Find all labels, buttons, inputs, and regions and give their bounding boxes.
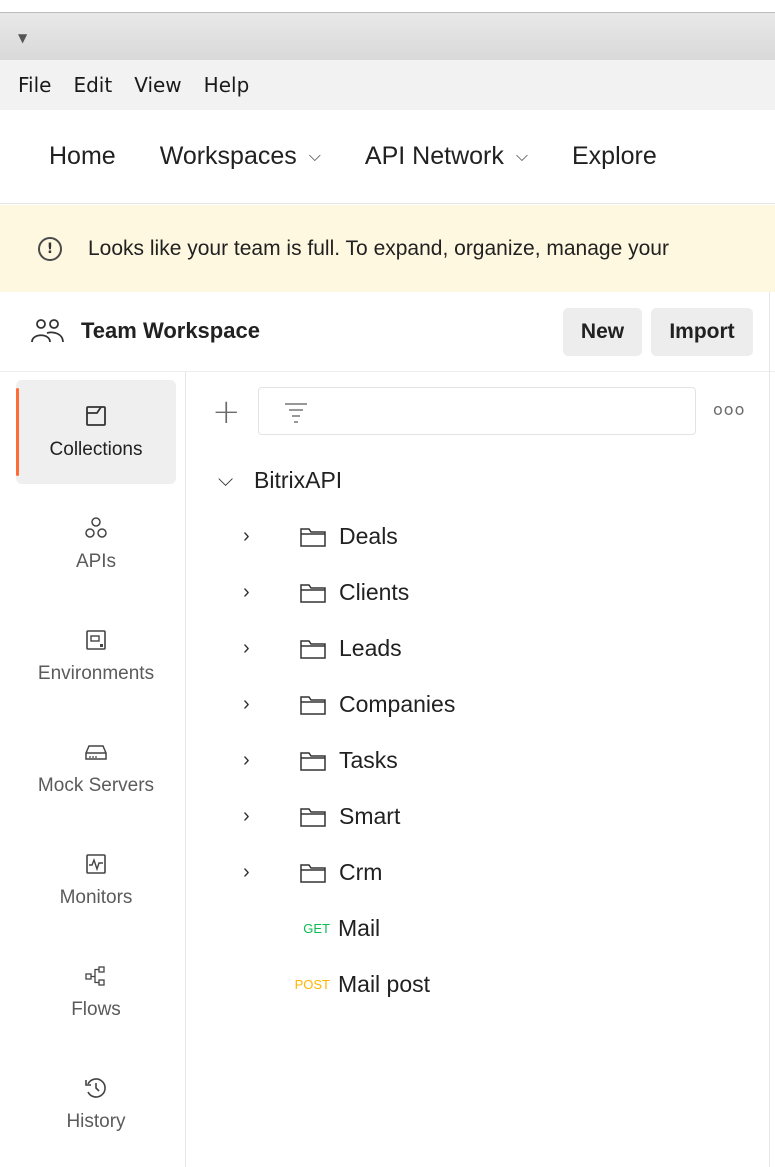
folder-icon [300,752,326,771]
sidebar-item-collections[interactable]: Collections [16,380,176,484]
apis-icon [85,517,107,538]
collections-icon [86,406,106,426]
folder-row[interactable]: › Leads [243,628,402,668]
menu-file[interactable]: File [18,73,51,97]
banner-text: Looks like your team is full. To expand,… [88,236,669,260]
window-titlebar: ▼ [0,0,775,60]
folder-row[interactable]: › Crm [243,852,382,892]
mock-server-icon [85,745,107,760]
request-name: Mail post [338,970,431,997]
folder-row[interactable]: › Companies [243,684,455,724]
folder-icon [300,528,326,547]
chevron-right-icon[interactable]: › [243,637,299,660]
folder-row[interactable]: › Deals [243,516,398,556]
window-top-edge [0,0,775,12]
folder-name: Leads [339,634,402,661]
request-row[interactable]: GET Mail [280,908,380,948]
sidebar-item-environments[interactable]: Environments [16,604,176,708]
nav-api-network[interactable]: API Network ⌵ [365,142,528,171]
method-badge: POST [294,976,330,992]
folder-name: Companies [339,690,456,717]
request-row[interactable]: POST Mail post [280,964,430,1004]
divider [769,292,770,372]
chevron-down-icon: ⌵ [515,147,528,165]
request-name: Mail [338,914,381,941]
environments-icon [86,630,106,650]
nav-workspaces[interactable]: Workspaces ⌵ [160,142,321,171]
sidebar-item-label: Collections [49,439,143,460]
more-options-icon[interactable]: ooo [713,400,745,419]
menu-help[interactable]: Help [204,73,250,97]
menu-bar: File Edit View Help [0,60,775,110]
sidebar-item-mock-servers[interactable]: Mock Servers [16,716,176,820]
filter-icon [285,403,307,423]
folder-icon [300,864,326,883]
add-collection-icon[interactable]: + [212,395,241,429]
folder-icon [300,640,326,659]
sidebar-item-label: History [66,1111,126,1132]
top-nav: Home Workspaces ⌵ API Network ⌵ Explore [0,110,775,204]
import-button[interactable]: Import [651,308,753,356]
sidebar-item-label: Environments [37,663,155,684]
menu-edit[interactable]: Edit [73,73,112,97]
chevron-right-icon[interactable]: › [243,749,299,772]
nav-explore-label: Explore [572,142,657,170]
collection-row[interactable]: ⌵ BitrixAPI [218,460,342,500]
sidebar-item-history[interactable]: History [16,1052,176,1156]
folder-name: Clients [339,578,410,605]
chevron-down-icon: ⌵ [308,147,321,165]
chevron-right-icon[interactable]: › [243,693,299,716]
folder-icon [300,584,326,603]
nav-explore[interactable]: Explore [572,142,657,171]
menu-view[interactable]: View [134,73,181,97]
divider [769,372,770,1167]
sidebar-item-label: Monitors [59,887,133,908]
sidebar-item-label: APIs [75,551,117,572]
workspace-title[interactable]: Team Workspace [81,318,260,344]
folder-row[interactable]: › Clients [243,572,409,612]
folder-name: Deals [339,522,398,549]
filter-input[interactable] [258,387,696,435]
chevron-right-icon[interactable]: › [243,581,299,604]
chevron-right-icon[interactable]: › [243,525,299,548]
nav-workspaces-label: Workspaces [159,142,297,170]
nav-home[interactable]: Home [49,142,116,171]
sidebar-item-monitors[interactable]: Monitors [16,828,176,932]
folder-icon [300,696,326,715]
folder-name: Crm [339,858,383,885]
warning-icon: ! [38,236,62,261]
chevron-right-icon[interactable]: › [243,805,299,828]
sidebar-item-flows[interactable]: Flows [16,940,176,1044]
team-icon [31,319,64,343]
nav-api-network-label: API Network [364,142,504,170]
sidebar-item-apis[interactable]: APIs [16,492,176,596]
active-indicator [16,388,19,476]
team-full-banner: ! Looks like your team is full. To expan… [0,205,775,292]
monitor-icon [86,854,106,874]
chevron-right-icon[interactable]: › [243,861,299,884]
folder-name: Smart [339,802,401,829]
nav-home-label: Home [49,142,116,170]
method-badge: GET [303,920,330,936]
folder-row[interactable]: › Tasks [243,740,398,780]
folder-icon [300,808,326,827]
sidebar-item-label: Flows [71,999,121,1020]
chevron-down-icon[interactable]: ⌵ [218,469,254,492]
window-menu-caret-icon[interactable]: ▼ [18,31,27,45]
folder-name: Tasks [339,746,398,773]
flows-icon [85,966,105,986]
folder-row[interactable]: › Smart [243,796,400,836]
new-button[interactable]: New [563,308,642,356]
workspace-header: Team Workspace New Import [0,292,775,372]
history-icon [85,1078,106,1098]
sidebar-item-label: Mock Servers [37,775,155,796]
window-title-area[interactable]: ▼ [0,12,775,60]
collection-name: BitrixAPI [254,466,343,493]
